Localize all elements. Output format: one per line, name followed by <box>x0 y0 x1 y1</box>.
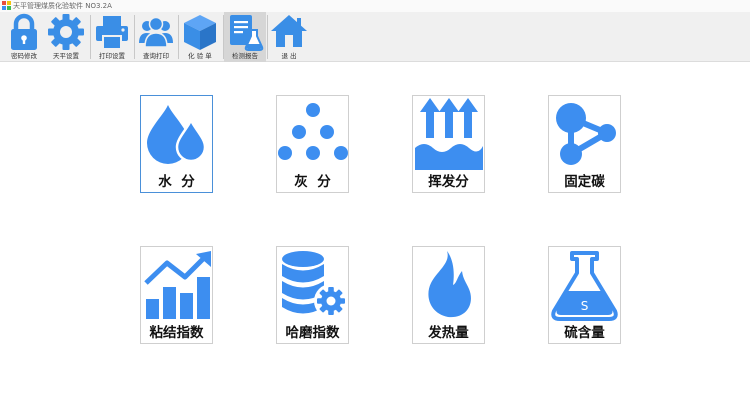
title-bar: 天平管理煤质化验软件 NO3.2A <box>0 0 750 12</box>
window-title: 天平管理煤质化验软件 NO3.2A <box>13 2 112 10</box>
tile-caking-index[interactable]: 粘结指数 <box>140 246 213 344</box>
tile-sulfur-content[interactable]: S 硫含量 <box>548 246 621 344</box>
flask-icon: S <box>551 251 618 321</box>
printer-icon <box>96 16 128 50</box>
password-change-button[interactable]: 密码修改 <box>3 12 45 62</box>
box-icon <box>184 15 216 50</box>
app-logo-icon <box>2 1 11 10</box>
test-sheet-button[interactable]: 化 验 单 <box>179 12 221 62</box>
tile-grindability-index[interactable]: 哈磨指数 <box>276 246 349 344</box>
balance-settings-button[interactable]: 天平设置 <box>45 12 87 62</box>
exit-button[interactable]: 退 出 <box>268 12 310 62</box>
database-gear-icon <box>282 251 348 318</box>
tile-fixed-carbon[interactable]: 固定碳 <box>548 95 621 193</box>
tile-volatile[interactable]: 挥发分 <box>412 95 485 193</box>
inspection-report-button[interactable]: 检测报告 <box>224 12 266 62</box>
water-drops-icon <box>147 105 207 164</box>
molecule-icon <box>556 103 616 165</box>
ash-dots-icon <box>278 103 348 160</box>
bar-chart-icon <box>144 251 211 319</box>
query-print-button[interactable]: 查询打印 <box>135 12 177 62</box>
svg-text:S: S <box>581 299 589 313</box>
report-flask-icon <box>230 15 264 51</box>
tile-moisture[interactable]: 水 分 <box>140 95 213 193</box>
tile-ash[interactable]: 灰 分 <box>276 95 349 193</box>
print-settings-button[interactable]: 打印设置 <box>91 12 133 62</box>
flame-icon <box>428 251 471 318</box>
tile-calorific-value[interactable]: 发热量 <box>412 246 485 344</box>
lock-icon <box>11 13 37 50</box>
gear-icon <box>48 14 84 50</box>
toolbar: 密码修改 天平设置 打印设置 查询打印 化 验 单 检测报告 退 出 <box>0 12 750 62</box>
volatile-arrows-icon <box>415 98 483 170</box>
home-icon <box>271 15 307 47</box>
users-icon <box>139 16 173 48</box>
